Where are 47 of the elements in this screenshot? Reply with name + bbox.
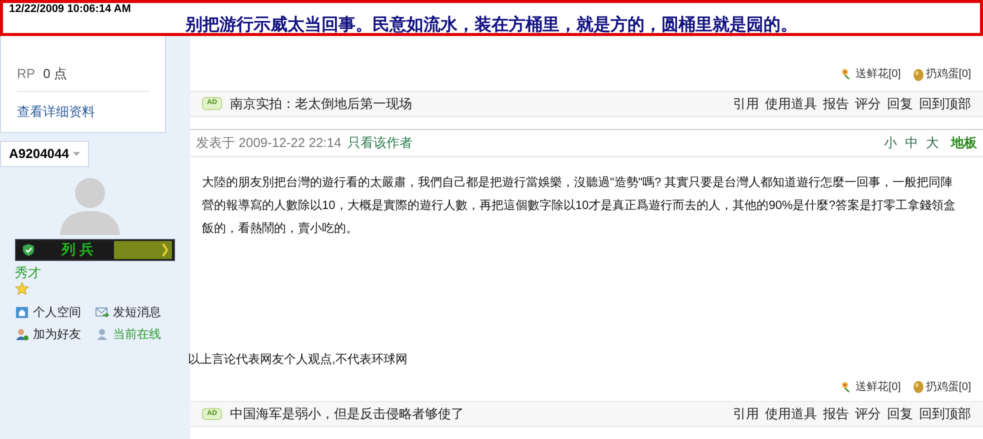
- post-date: 发表于 2009-12-22 22:14: [196, 134, 342, 152]
- ad-link[interactable]: 南京实拍：老太倒地后第一现场: [230, 94, 412, 114]
- font-size-link[interactable]: 小: [884, 132, 897, 152]
- post-footer-link[interactable]: 使用道具: [765, 94, 817, 114]
- post-footer-link[interactable]: 回复: [887, 404, 913, 424]
- egg-icon: [912, 380, 924, 394]
- profile-value: 0 点: [43, 64, 67, 82]
- post-action-link[interactable]: 送鲜花[0]: [840, 378, 901, 395]
- post-footer-link[interactable]: 报告: [823, 94, 849, 114]
- post-footer-link[interactable]: 回到顶部: [919, 404, 971, 424]
- post-body: 大陸的朋友別把台灣的遊行看的太嚴肅，我們自己都是把遊行當娛樂，沒聽過"造勢"嗎? 其實只要是台灣人都知道遊行怎麼一回事，一般把同陣營的報導寫的人數除以10，大概是實際的遊行人數，再把這個數字除以10才是真正爲遊行而去的人，其他的90%是什麼?答案是打零工拿錢領盒飯的，看熱鬧的，賣小吃的。: [201, 174, 956, 236]
- level-name: 秀才: [15, 264, 42, 282]
- post-footer-link[interactable]: 使用道具: [765, 404, 817, 424]
- banner-headline: 别把游行示威太当回事。民意如流水，装在方桶里，就是方的，圆桶里就是园的。: [184, 16, 798, 34]
- ad-link[interactable]: 中国海军是弱小，但是反击侵略者够使了: [230, 404, 464, 424]
- floor-label: 地板: [951, 134, 977, 152]
- username-tab[interactable]: A9204044: [0, 141, 89, 166]
- post-footer-link[interactable]: 回复: [887, 94, 913, 114]
- rank-title: 列 兵: [60, 240, 94, 259]
- post-footer-link[interactable]: 报告: [823, 404, 849, 424]
- caret-icon: [73, 152, 80, 156]
- author-link[interactable]: 加为好友: [15, 325, 95, 343]
- envelope-icon: [95, 306, 109, 318]
- font-size-link[interactable]: 大: [926, 132, 939, 152]
- egg-icon: [912, 68, 924, 81]
- font-size-link[interactable]: 中: [905, 132, 918, 152]
- post-action-link[interactable]: 送鲜花[0]: [840, 66, 901, 82]
- post-footer-link[interactable]: 引用: [733, 404, 759, 424]
- person-icon: [95, 328, 109, 340]
- only-author-link[interactable]: 只看该作者: [347, 132, 412, 152]
- post-footer-link[interactable]: 回到顶部: [919, 94, 971, 114]
- post-footer-link[interactable]: 评分: [855, 94, 881, 114]
- person-add-icon: [15, 328, 29, 340]
- author-link[interactable]: 发短消息: [95, 303, 175, 321]
- disclaimer: 以上言论代表网友个人观点,不代表环球网: [188, 352, 408, 366]
- post-action-link[interactable]: 扔鸡蛋[0]: [912, 378, 971, 395]
- profile-label: RP: [17, 64, 36, 82]
- profile-link[interactable]: 查看详细资料: [17, 104, 95, 119]
- post-action-link[interactable]: 扔鸡蛋[0]: [912, 66, 971, 82]
- banner-timestamp: 12/22/2009 10:06:14 AM: [9, 3, 132, 16]
- chevron-icon: [162, 242, 168, 256]
- post-footer-link[interactable]: 引用: [733, 94, 759, 114]
- home-icon: [15, 306, 29, 318]
- author-link[interactable]: 个人空间: [15, 303, 95, 321]
- shield-check-icon: [22, 242, 35, 256]
- star-icon: [15, 282, 29, 295]
- post-footer-link[interactable]: 评分: [855, 404, 881, 424]
